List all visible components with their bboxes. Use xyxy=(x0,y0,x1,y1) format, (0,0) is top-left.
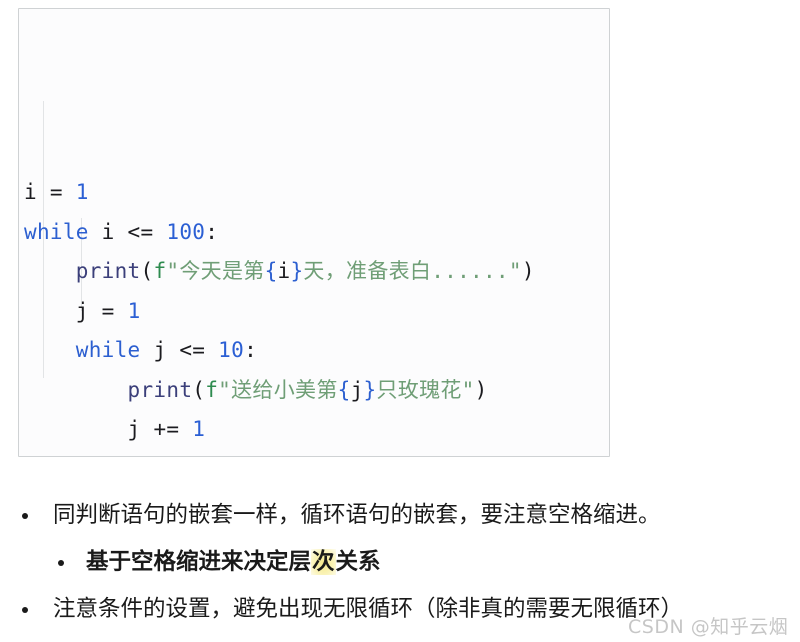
code-token-op: = xyxy=(88,298,128,323)
code-token-plain: ) xyxy=(328,457,341,458)
code-token-fn: print xyxy=(75,259,141,283)
code-token-num: 100 xyxy=(166,219,206,244)
bullet-text: 同判断语句的嵌套一样，循环语句的嵌套，要注意空格缩进。 xyxy=(53,492,800,539)
code-token-plain: ( xyxy=(140,259,154,283)
code-lines: i = 1 while i <= 100: print(f"今天是第{i}天，准备… xyxy=(19,173,609,458)
code-token-str: "小美，我喜欢你" xyxy=(153,457,328,458)
highlighted-text: 次 xyxy=(311,549,336,575)
code-token-plain: j xyxy=(75,298,89,323)
bullet-item: 同判断语句的嵌套一样，循环语句的嵌套，要注意空格缩进。 xyxy=(0,492,800,539)
code-token-plain: : xyxy=(205,219,219,244)
bullet-dot-icon xyxy=(58,560,64,566)
code-token-plain: ( xyxy=(192,377,206,402)
code-content: i = 1 while i <= 100: print(f"今天是第{i}天，准备… xyxy=(19,9,609,458)
bullet-list: 同判断语句的嵌套一样，循环语句的嵌套，要注意空格缩进。基于空格缩进来决定层次关系… xyxy=(0,492,800,633)
code-token-plain: ) xyxy=(474,377,488,402)
code-line: print("小美，我喜欢你") xyxy=(19,450,609,458)
code-line: i = 1 xyxy=(19,173,609,213)
code-token-kw: while xyxy=(24,219,89,244)
code-token-brace: { xyxy=(337,377,351,402)
code-line: print(f"送给小美第{j}只玫瑰花") xyxy=(19,371,609,411)
code-token-kw: while xyxy=(75,338,141,362)
bullet-text-segment: 关系 xyxy=(335,549,381,575)
bullet-item: 基于空格缩进来决定层次关系 xyxy=(0,539,800,586)
code-token-op: i <= xyxy=(88,219,167,244)
code-token-plain: j xyxy=(127,417,141,441)
code-token-strf: f xyxy=(153,259,167,283)
code-token-num: 10 xyxy=(218,338,245,362)
code-token-num: 1 xyxy=(192,417,206,441)
code-token-plain: ) xyxy=(521,259,535,283)
bullet-text: 基于空格缩进来决定层次关系 xyxy=(86,539,800,586)
code-token-num: 1 xyxy=(75,180,89,204)
bullet-text-segment: 同判断语句的嵌套一样，循环语句的嵌套，要注意空格缩进。 xyxy=(53,502,661,528)
bullet-dot-icon xyxy=(22,513,28,519)
code-line: while i <= 100: xyxy=(19,213,609,253)
code-token-plain: ( xyxy=(141,457,154,458)
code-token-num: 1 xyxy=(127,298,141,323)
code-token-str: "今天是第 xyxy=(166,259,265,283)
code-token-str: 天，准备表白......" xyxy=(303,259,522,283)
code-token-plain: j xyxy=(350,377,364,402)
code-token-op: = xyxy=(36,180,76,204)
code-token-brace: } xyxy=(290,259,304,283)
bullet-text: 注意条件的设置，避免出现无限循环（除非真的需要无限循环） xyxy=(53,586,800,633)
code-token-str: 只玫瑰花" xyxy=(376,377,475,402)
code-line: print(f"今天是第{i}天，准备表白......") xyxy=(19,252,609,292)
code-token-brace: { xyxy=(264,259,278,283)
code-token-strf: f xyxy=(205,377,219,402)
code-line: while j <= 10: xyxy=(19,331,609,371)
code-token-fn: print xyxy=(76,457,141,458)
code-token-brace: } xyxy=(363,377,377,402)
bullet-text-segment: 注意条件的设置，避免出现无限循环（除非真的需要无限循环） xyxy=(53,596,684,622)
bullet-dot-icon xyxy=(22,607,28,613)
code-token-plain: i xyxy=(24,180,37,204)
code-token-plain: i xyxy=(277,259,291,283)
code-line: j = 1 xyxy=(19,292,609,332)
code-line: j += 1 xyxy=(19,410,609,450)
bullet-item: 注意条件的设置，避免出现无限循环（除非真的需要无限循环） xyxy=(0,586,800,633)
code-token-plain: : xyxy=(244,338,258,362)
bullet-text-segment: 基于空格缩进来决定层 xyxy=(86,549,312,575)
code-token-op: += xyxy=(140,417,193,441)
code-block: i = 1 while i <= 100: print(f"今天是第{i}天，准备… xyxy=(18,8,610,457)
code-token-op: j <= xyxy=(140,338,219,362)
code-token-str: "送给小美第 xyxy=(218,377,338,402)
code-token-fn: print xyxy=(127,377,193,402)
